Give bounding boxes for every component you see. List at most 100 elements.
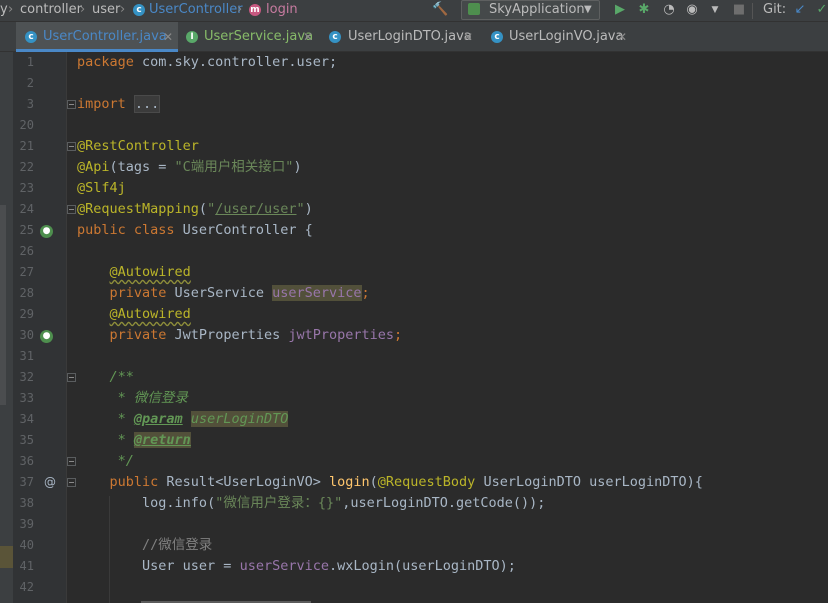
tab-userloginvo[interactable]: c UserLoginVO.java ✕ — [478, 22, 633, 52]
line-number: 24 — [19, 202, 34, 216]
breadcrumb-separator: › — [8, 2, 14, 17]
editor-tab-bar: c UserController.java ✕ I UserService.ja… — [0, 22, 828, 52]
line-number: 27 — [19, 265, 34, 279]
line-number: 2 — [26, 76, 34, 90]
tab-userservice[interactable]: I UserService.java ✕ — [178, 22, 319, 52]
navigation-bar: y › controller › user › c UserController… — [0, 0, 828, 22]
line-number: 23 — [19, 181, 34, 195]
code-line[interactable]: private JwtProperties jwtProperties; — [77, 325, 403, 346]
code-line[interactable]: /** — [77, 367, 134, 388]
fold-icon[interactable] — [67, 142, 76, 151]
code-line[interactable]: @Slf4j — [77, 178, 126, 199]
code-line[interactable]: //微信登录 — [77, 535, 212, 556]
run-icon[interactable]: ▶ — [612, 2, 628, 18]
line-number: 29 — [19, 307, 34, 321]
code-line[interactable]: public class UserController { — [77, 220, 313, 241]
class-icon: c — [491, 31, 503, 43]
code-line[interactable]: public Result<UserLoginVO> login(@Reques… — [77, 472, 703, 493]
breadcrumb-item-method[interactable]: login — [266, 2, 298, 18]
code-line[interactable]: * @param userLoginDTO — [77, 409, 289, 430]
tab-usercontroller[interactable]: c UserController.java ✕ — [16, 22, 178, 52]
line-number: 38 — [19, 496, 34, 510]
close-icon[interactable]: ✕ — [163, 22, 173, 52]
git-commit-icon[interactable]: ✓ — [814, 2, 828, 18]
line-number: 1 — [26, 55, 34, 69]
build-hammer-icon[interactable]: 🔨 — [432, 2, 448, 18]
toolbar-divider — [752, 3, 753, 19]
code-line[interactable]: * 微信登录 — [77, 388, 188, 409]
close-icon[interactable]: ✕ — [303, 22, 313, 52]
breadcrumb-leading[interactable]: y — [0, 2, 8, 18]
breadcrumb-separator: › — [237, 2, 243, 17]
line-number: 40 — [19, 538, 34, 552]
side-marker — [0, 546, 13, 568]
tab-label: UserLoginDTO.java — [348, 29, 472, 44]
close-icon[interactable]: ✕ — [463, 22, 473, 52]
class-icon: c — [133, 4, 145, 16]
line-number: 31 — [19, 349, 34, 363]
folded-imports: ... — [133, 95, 161, 113]
line-number: 36 — [19, 454, 34, 468]
class-icon: c — [329, 31, 341, 43]
override-at-icon[interactable]: @ — [44, 475, 56, 489]
gutter-divider — [66, 52, 67, 603]
run-config-label: SkyApplication — [489, 2, 585, 17]
fold-icon[interactable] — [67, 457, 76, 466]
method-icon: m — [249, 4, 261, 16]
fold-icon[interactable] — [67, 478, 76, 487]
spring-bean-icon[interactable]: ● — [40, 330, 53, 343]
line-number: 32 — [19, 370, 34, 384]
profile-icon[interactable]: ◉ — [684, 2, 700, 18]
code-line[interactable]: private UserService userService; — [77, 283, 370, 304]
line-number: 26 — [19, 244, 34, 258]
side-scroll-thumb[interactable] — [0, 205, 6, 405]
line-number: 34 — [19, 412, 34, 426]
line-number: 25 — [19, 223, 34, 237]
git-label: Git: — [763, 2, 787, 17]
fold-icon[interactable] — [67, 205, 76, 214]
spring-boot-icon — [468, 3, 480, 15]
code-line[interactable]: @RestController — [77, 136, 199, 157]
run-configuration-select[interactable]: SkyApplication ▼ — [461, 0, 600, 20]
code-line[interactable]: package com.sky.controller.user; — [77, 52, 337, 73]
line-number: 37 — [19, 475, 34, 489]
breadcrumb-item-user[interactable]: user — [92, 2, 120, 18]
breadcrumb-item-class[interactable]: UserController — [149, 2, 243, 18]
code-line[interactable]: @Autowired — [77, 262, 191, 283]
line-number: 30 — [19, 328, 34, 342]
coverage-icon[interactable]: ◔ — [661, 2, 677, 18]
line-number: 42 — [19, 580, 34, 594]
line-number: 39 — [19, 517, 34, 531]
line-number: 33 — [19, 391, 34, 405]
tab-label: UserController.java — [43, 29, 167, 44]
more-run-options-icon[interactable]: ▼ — [707, 2, 723, 18]
code-line[interactable]: import ... — [77, 94, 161, 115]
fold-icon[interactable] — [67, 100, 76, 109]
tab-label: UserLoginVO.java — [509, 29, 624, 44]
debug-icon[interactable]: ✱ — [636, 2, 652, 18]
line-number: 3 — [26, 97, 34, 111]
url-link: /user/user — [215, 201, 297, 217]
code-line[interactable]: @RequestMapping("/user/user") — [77, 199, 313, 220]
code-line[interactable]: @Api(tags = "C端用户相关接口") — [77, 157, 302, 178]
clipped-code-line — [141, 598, 321, 603]
class-icon: c — [25, 31, 37, 43]
breadcrumb-separator: › — [80, 2, 86, 17]
tab-userlogindto[interactable]: c UserLoginDTO.java ✕ — [319, 22, 478, 52]
code-line[interactable]: */ — [77, 451, 134, 472]
breadcrumb-separator: › — [120, 2, 126, 17]
line-number: 20 — [19, 118, 34, 132]
code-line[interactable]: @Autowired — [77, 304, 191, 325]
code-line[interactable]: * @return — [77, 430, 191, 451]
code-line[interactable]: User user = userService.wxLogin(userLogi… — [77, 556, 516, 577]
line-number: 21 — [19, 139, 34, 153]
close-icon[interactable]: ✕ — [617, 22, 627, 52]
breadcrumb-item-controller[interactable]: controller — [20, 2, 82, 18]
code-line[interactable]: log.info("微信用户登录：{}",userLoginDTO.getCod… — [77, 493, 545, 514]
line-number: 35 — [19, 433, 34, 447]
stop-icon[interactable]: ■ — [731, 2, 747, 18]
git-update-icon[interactable]: ↙ — [792, 2, 808, 18]
line-number: 28 — [19, 286, 34, 300]
spring-bean-icon[interactable]: ● — [40, 225, 53, 238]
fold-icon[interactable] — [67, 373, 76, 382]
